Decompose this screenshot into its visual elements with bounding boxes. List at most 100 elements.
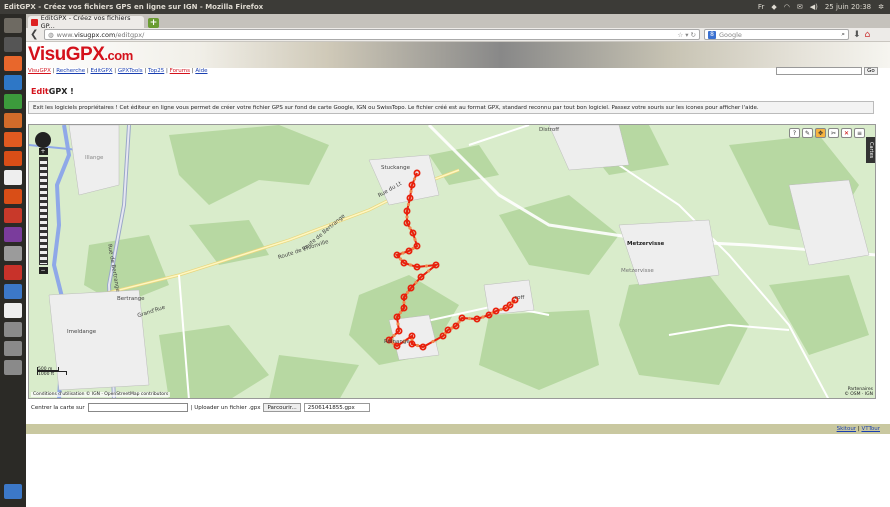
cartes-tab[interactable]: Cartes — [866, 137, 875, 163]
clock[interactable]: 25 juin 20:38 — [825, 3, 871, 11]
drive-icon-2[interactable] — [4, 341, 22, 356]
site-logo[interactable]: VisuGPX.com — [28, 44, 133, 66]
help-icon[interactable]: ? — [789, 128, 800, 138]
map-actions: Centrer la carte sur | Uploader un fichi… — [31, 403, 370, 412]
track-midpoint[interactable] — [413, 237, 417, 242]
zoom-in-button[interactable]: + — [38, 148, 48, 155]
nav-gpxtools[interactable]: GPXTools — [118, 68, 143, 74]
go-button[interactable]: Go — [864, 67, 878, 75]
track-midpoint[interactable] — [398, 310, 403, 315]
google-icon: 8 — [708, 30, 716, 39]
calc-icon[interactable] — [4, 94, 22, 109]
track-midpoint[interactable] — [424, 264, 429, 268]
reload-icon[interactable]: ☆ ▾ ↻ — [677, 31, 696, 39]
nav-visugpx[interactable]: VisuGPX — [28, 68, 51, 74]
dropbox-icon[interactable]: ◆ — [771, 3, 776, 11]
firefox-icon[interactable] — [4, 56, 22, 71]
web-page: VisuGPX.com VisuGPX | Recherche | EditGP… — [26, 42, 890, 507]
software-center-icon[interactable] — [4, 132, 22, 147]
map-attribution-right: Partenaires © OSM · IGN — [844, 387, 873, 397]
copyright-text: © OSM · IGN — [844, 392, 873, 397]
favicon-icon — [31, 18, 38, 26]
file-name-field[interactable]: 2506141855.gpx — [303, 403, 370, 412]
back-icon[interactable]: ❮ — [30, 29, 40, 40]
track-midpoint[interactable] — [431, 339, 435, 344]
track-midpoint[interactable] — [396, 322, 400, 326]
gear-icon[interactable]: ✲ — [878, 3, 884, 11]
drive-icon-3[interactable] — [4, 360, 22, 375]
ubuntu-one-music-icon[interactable] — [4, 189, 22, 204]
terminal-icon[interactable] — [4, 37, 22, 52]
mail-icon[interactable]: ✉ — [797, 3, 803, 11]
track-midpoint[interactable] — [406, 202, 411, 207]
dash-icon[interactable] — [4, 18, 22, 33]
drive-icon[interactable] — [4, 322, 22, 337]
track-midpoint[interactable] — [401, 251, 405, 255]
pencil-icon[interactable]: ✎ — [802, 128, 813, 138]
ubuntu-top-panel: EditGPX - Créez vos fichiers GPS en lign… — [0, 0, 890, 14]
footer-vttour[interactable]: VTTour — [861, 426, 880, 432]
tab-editgpx[interactable]: EditGPX - Créez vos fichiers GP... — [28, 14, 144, 30]
files-icon[interactable] — [4, 284, 22, 299]
home-icon[interactable]: ⌂ — [865, 30, 871, 40]
track-midpoint[interactable] — [402, 300, 406, 305]
url-prefix: www. — [56, 30, 75, 39]
globe-icon: ◍ — [48, 30, 54, 39]
upload-label: | Uploader un fichier .gpx — [190, 404, 261, 411]
track-midpoint[interactable] — [398, 257, 403, 261]
move-icon[interactable]: ✥ — [815, 128, 826, 138]
ubuntu-one-icon[interactable] — [4, 151, 22, 166]
site-search-input[interactable] — [776, 67, 862, 75]
nav-recherche[interactable]: Recherche — [56, 68, 85, 74]
settings-icon[interactable] — [4, 208, 22, 223]
app-icon[interactable] — [4, 227, 22, 242]
map-view[interactable]: Stuckange Distroff Metzervisse Metzervis… — [28, 124, 876, 399]
zoom-out-button[interactable]: − — [38, 267, 48, 274]
browse-button[interactable]: Parcourir... — [263, 403, 301, 412]
nav-editgpx[interactable]: EditGPX — [90, 68, 112, 74]
track-midpoint[interactable] — [412, 177, 417, 181]
nav-top25[interactable]: Top25 — [148, 68, 164, 74]
impress-icon[interactable] — [4, 113, 22, 128]
amazon-icon[interactable] — [4, 170, 22, 185]
delete-icon[interactable]: ✕ — [841, 128, 852, 138]
document-icon[interactable] — [4, 303, 22, 318]
presentation-icon[interactable] — [4, 265, 22, 280]
track-midpoint[interactable] — [481, 315, 485, 319]
track-midpoint[interactable] — [408, 263, 413, 267]
track-midpoint[interactable] — [405, 290, 410, 295]
writer-icon[interactable] — [4, 75, 22, 90]
nav-aide[interactable]: Aide — [195, 68, 207, 74]
center-input[interactable] — [87, 403, 188, 412]
cut-icon[interactable]: ✂ — [828, 128, 839, 138]
pan-control-icon[interactable] — [35, 132, 51, 148]
title-edit: Edit — [31, 87, 49, 96]
track-midpoint[interactable] — [409, 189, 413, 194]
track-midpoint[interactable] — [405, 215, 409, 219]
zoom-control[interactable]: + − — [34, 132, 52, 274]
search-icon[interactable]: ⌕ — [841, 30, 845, 39]
zoom-slider[interactable] — [38, 157, 48, 265]
keyboard-icon[interactable]: Fr — [758, 3, 764, 11]
url-bar[interactable]: ◍ www. visugpx.com/editgpx/ ☆ ▾ ↻ — [44, 29, 700, 40]
map-canvas[interactable] — [29, 125, 876, 399]
search-bar[interactable]: 8 Google ⌕ — [704, 29, 849, 40]
track-midpoint[interactable] — [499, 307, 503, 312]
trash-icon[interactable] — [4, 484, 22, 499]
tools-icon[interactable] — [4, 246, 22, 261]
list-icon[interactable]: ≡ — [854, 128, 865, 138]
nav-forums[interactable]: Forums — [170, 68, 190, 74]
track-midpoint[interactable] — [415, 343, 420, 348]
track-midpoint[interactable] — [392, 333, 396, 338]
new-tab-button[interactable]: + — [148, 18, 159, 28]
footer-skitour[interactable]: Skitour — [837, 426, 856, 432]
track-midpoint[interactable] — [426, 269, 431, 273]
track-midpoint[interactable] — [408, 226, 412, 230]
wifi-icon[interactable]: ◠ — [784, 3, 790, 11]
volume-icon[interactable]: ◀) — [810, 3, 818, 11]
download-icon[interactable]: ⬇ — [853, 30, 861, 40]
map-attribution[interactable]: Conditions d'utilisation © IGN · OpenStr… — [31, 392, 171, 397]
site-banner: VisuGPX.com — [26, 42, 890, 68]
track-midpoint[interactable] — [467, 316, 472, 321]
track-midpoint[interactable] — [414, 280, 418, 285]
